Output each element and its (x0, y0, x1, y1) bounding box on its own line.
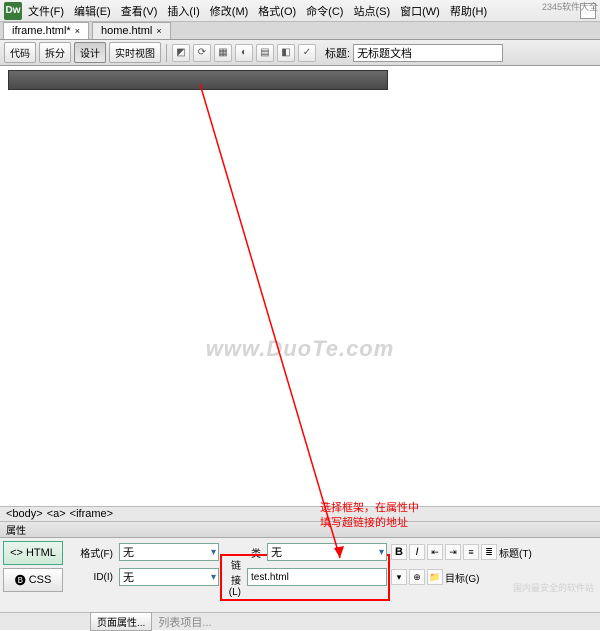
menu-format[interactable]: 格式(O) (254, 1, 300, 21)
tag-body[interactable]: <body> (4, 508, 45, 520)
menu-window[interactable]: 窗口(W) (396, 1, 444, 21)
target-label: 目标(G) (445, 570, 481, 585)
tab-label: home.html (101, 25, 152, 37)
browser-icon[interactable]: ◐ (235, 44, 253, 62)
separator (166, 44, 167, 62)
title-input[interactable] (353, 44, 503, 62)
nav-icon[interactable]: ▦ (214, 44, 232, 62)
status-bar: 页面属性... 列表项目... (0, 612, 600, 630)
menu-view[interactable]: 查看(V) (117, 1, 162, 21)
properties-panel-header[interactable]: 属性 (0, 522, 600, 538)
footer-watermark: 国内最安全的软件站 (513, 581, 594, 594)
id-label: ID(I) (67, 572, 115, 583)
close-icon[interactable]: × (156, 26, 161, 36)
point-to-file-icon[interactable]: ⊕ (409, 569, 425, 585)
selected-iframe-element[interactable] (8, 70, 388, 90)
html-mode-button[interactable]: <> HTML (3, 541, 63, 565)
design-canvas[interactable]: www.DuoTe.com 选择框架，在属性中 填写超链接的地址 (0, 66, 600, 506)
design-view-button[interactable]: 设计 (74, 42, 106, 63)
menu-file[interactable]: 文件(F) (24, 1, 68, 21)
menu-site[interactable]: 站点(S) (349, 1, 394, 21)
live-view-button[interactable]: 实时视图 (109, 42, 161, 63)
tag-a[interactable]: <a> (45, 508, 68, 520)
tab-label: iframe.html* (12, 25, 71, 37)
source-badge: 2345软件大全 (542, 0, 598, 13)
code-view-button[interactable]: 代码 (4, 42, 36, 63)
list-ol-icon[interactable]: ≣ (481, 544, 497, 560)
italic-icon[interactable]: I (409, 544, 425, 560)
css-mode-button[interactable]: 🅑 CSS (3, 568, 63, 592)
close-icon[interactable]: × (75, 26, 80, 36)
link-input[interactable] (247, 568, 387, 586)
menu-insert[interactable]: 插入(I) (163, 1, 203, 21)
menu-help[interactable]: 帮助(H) (446, 1, 491, 21)
id-select[interactable]: 无 (119, 568, 219, 586)
check-icon[interactable]: ✓ (298, 44, 316, 62)
css-icon: 🅑 (15, 572, 26, 588)
refresh-icon[interactable]: ⟳ (193, 44, 211, 62)
menu-edit[interactable]: 编辑(E) (70, 1, 115, 21)
dropdown-icon[interactable]: ▾ (391, 569, 407, 585)
menu-modify[interactable]: 修改(M) (206, 1, 253, 21)
title2-label: 标题(T) (499, 545, 534, 560)
indent-icon[interactable]: ⇥ (445, 544, 461, 560)
bold-icon[interactable]: B (391, 544, 407, 560)
format-select[interactable]: 无 (119, 543, 219, 561)
text-format-icons: B I ⇤ ⇥ ≡ ≣ 标题(T) (391, 544, 597, 560)
format-label: 格式(F) (67, 545, 115, 560)
document-toolbar: 代码 拆分 设计 实时视图 ◩ ⟳ ▦ ◐ ▤ ◧ ✓ 标题: (0, 40, 600, 66)
title-label: 标题: (325, 45, 350, 61)
tag-selector: <body> <a> <iframe> (0, 506, 600, 522)
options-icon[interactable]: ▤ (256, 44, 274, 62)
page-properties-button[interactable]: 页面属性... (90, 612, 152, 631)
document-tabs: iframe.html* × home.html × (0, 22, 600, 40)
list-ul-icon[interactable]: ≡ (463, 544, 479, 560)
html-icon: <> (10, 547, 23, 559)
annotation-text: 选择框架，在属性中 填写超链接的地址 (320, 501, 419, 532)
outdent-icon[interactable]: ⇤ (427, 544, 443, 560)
properties-panel: <> HTML 🅑 CSS 格式(F) 无 类 无 B I ⇤ ⇥ ≡ ≣ 标题… (0, 538, 600, 612)
visual-icon[interactable]: ◧ (277, 44, 295, 62)
menu-command[interactable]: 命令(C) (302, 1, 347, 21)
link-label: 链接(L) (223, 557, 243, 598)
watermark-text: www.DuoTe.com (206, 336, 395, 362)
tab-home[interactable]: home.html × (92, 22, 171, 39)
split-view-button[interactable]: 拆分 (39, 42, 71, 63)
tab-iframe[interactable]: iframe.html* × (3, 22, 89, 39)
class-select[interactable]: 无 (267, 543, 387, 561)
inspect-icon[interactable]: ◩ (172, 44, 190, 62)
menu-bar: Dw 文件(F) 编辑(E) 查看(V) 插入(I) 修改(M) 格式(O) 命… (0, 0, 600, 22)
app-logo: Dw (4, 2, 22, 20)
browse-folder-icon[interactable]: 📁 (427, 569, 443, 585)
tag-iframe[interactable]: <iframe> (68, 508, 115, 520)
